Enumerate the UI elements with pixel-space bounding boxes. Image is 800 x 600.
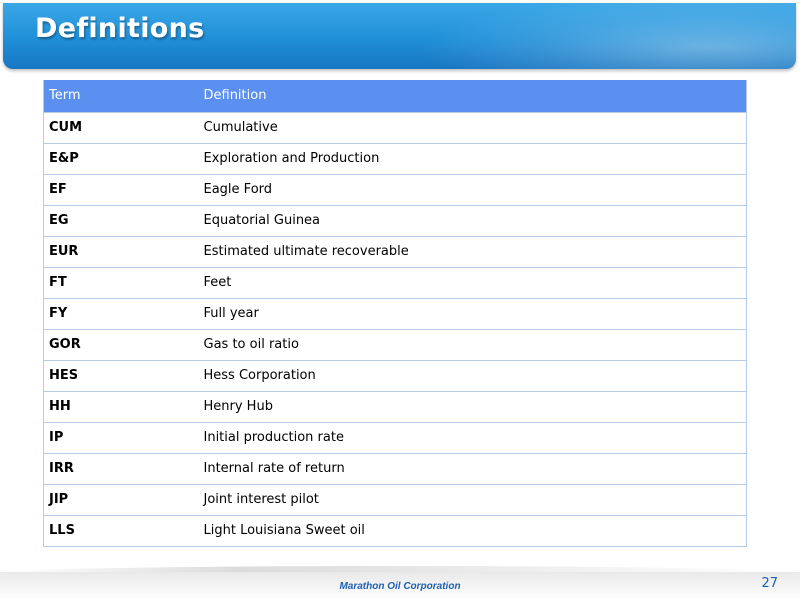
table-row: HH Henry Hub xyxy=(43,391,747,423)
table-body: CUM Cumulative E&P Exploration and Producti… xyxy=(43,112,747,547)
table-row: JIP Joint interest pilot xyxy=(43,484,747,516)
definition-cell: Eagle Ford xyxy=(198,174,747,206)
term-cell: LLS xyxy=(43,515,199,547)
definition-cell: Feet xyxy=(198,267,747,299)
table-row: IRR Internal rate of return xyxy=(43,453,747,485)
definition-cell: Estimated ultimate recoverable xyxy=(198,236,747,268)
table-row: EF Eagle Ford xyxy=(43,174,747,206)
term-cell: JIP xyxy=(43,484,199,516)
term-cell: GOR xyxy=(43,329,199,361)
table-row: FY Full year xyxy=(43,298,747,330)
term-cell: FT xyxy=(43,267,199,299)
term-cell: IRR xyxy=(43,453,199,485)
table-row: LLS Light Louisiana Sweet oil xyxy=(43,515,747,547)
table-row: EG Equatorial Guinea xyxy=(43,205,747,237)
company-name: Marathon Oil Corporation xyxy=(339,581,461,592)
term-cell: FY xyxy=(43,298,199,330)
definitions-table: Term Definition CUM Cumulative E&P Explorat… xyxy=(43,80,747,547)
term-cell: CUM xyxy=(43,112,199,144)
definition-cell: Gas to oil ratio xyxy=(198,329,747,361)
term-cell: IP xyxy=(43,422,199,454)
page-number: 27 xyxy=(761,576,778,591)
column-header-term: Term xyxy=(43,80,199,113)
definition-cell: Cumulative xyxy=(198,112,747,144)
term-cell: EF xyxy=(43,174,199,206)
term-cell: E&P xyxy=(43,143,199,175)
definition-cell: Joint interest pilot xyxy=(198,484,747,516)
column-header-definition: Definition xyxy=(198,80,747,113)
table-row: GOR Gas to oil ratio xyxy=(43,329,747,361)
definition-cell: Henry Hub xyxy=(198,391,747,423)
table-row: IP Initial production rate xyxy=(43,422,747,454)
definition-cell: Full year xyxy=(198,298,747,330)
slide-title: Definitions xyxy=(35,13,205,44)
table-header-row: Term Definition xyxy=(43,80,747,113)
table-row: HES Hess Corporation xyxy=(43,360,747,392)
term-cell: EG xyxy=(43,205,199,237)
definition-cell: Equatorial Guinea xyxy=(198,205,747,237)
definition-cell: Hess Corporation xyxy=(198,360,747,392)
table-row: FT Feet xyxy=(43,267,747,299)
table-row: CUM Cumulative xyxy=(43,112,747,144)
table-row: E&P Exploration and Production xyxy=(43,143,747,175)
term-cell: HES xyxy=(43,360,199,392)
definition-cell: Light Louisiana Sweet oil xyxy=(198,515,747,547)
term-cell: EUR xyxy=(43,236,199,268)
definition-cell: Internal rate of return xyxy=(198,453,747,485)
table-row: EUR Estimated ultimate recoverable xyxy=(43,236,747,268)
definition-cell: Exploration and Production xyxy=(198,143,747,175)
definition-cell: Initial production rate xyxy=(198,422,747,454)
term-cell: HH xyxy=(43,391,199,423)
title-bar: Definitions xyxy=(3,3,796,69)
